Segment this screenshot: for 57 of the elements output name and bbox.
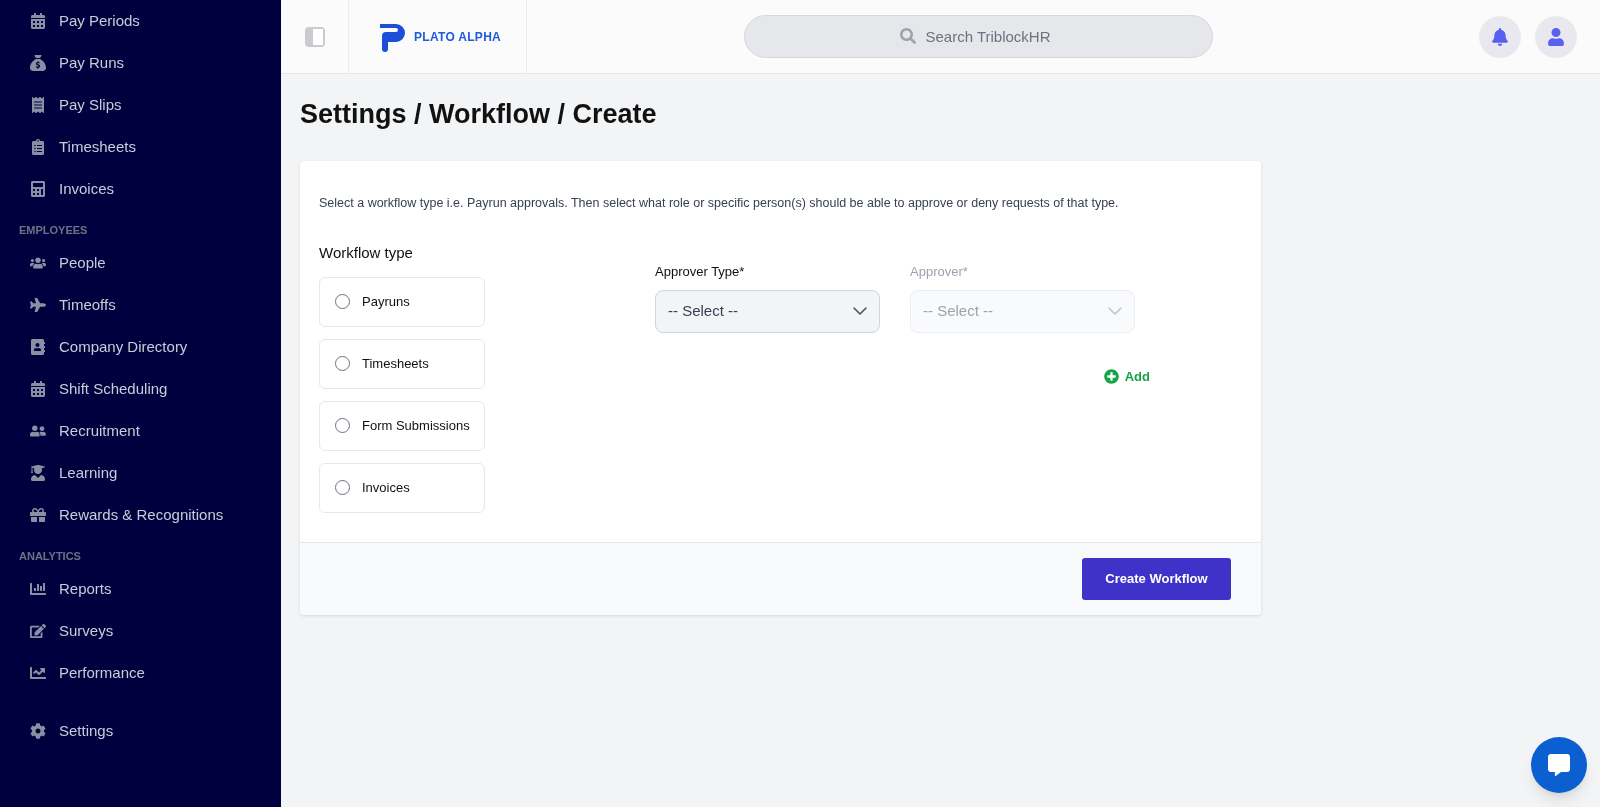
search-field[interactable]: Search TriblockHR [743,15,1213,58]
address-book-icon [30,339,46,355]
chat-bubble-icon [1548,754,1570,776]
workflow-type-option[interactable]: Payruns [319,276,485,327]
chat-button[interactable] [1531,737,1587,793]
sidebar-item[interactable]: Company Directory [0,326,281,368]
workflow-type-option[interactable]: Timesheets [319,338,485,389]
sidebar-item[interactable]: People [0,242,281,284]
sidebar-toggle-icon[interactable] [304,26,325,47]
receipt-icon [30,97,46,113]
sidebar-section-heading: ANALYTICS [18,548,82,564]
page-title: Settings / Workflow / Create [300,98,658,131]
sidebar-item[interactable]: Pay Runs [0,42,281,84]
sidebar-item[interactable]: Pay Periods [0,0,281,42]
notifications-button[interactable] [1479,15,1521,58]
sidebar-item[interactable]: Reports [0,568,281,610]
calendar-icon [30,13,46,29]
workflow-type-option[interactable]: Invoices [319,462,485,513]
create-workflow-button[interactable]: Create Workflow [1082,557,1231,600]
select-label: Approver* [910,263,969,282]
sidebar-item[interactable]: Surveys [0,610,281,652]
edit-icon [30,623,46,639]
line-chart-icon [30,665,46,681]
sidebar-item[interactable]: Pay Slips [0,84,281,126]
people-icon [30,255,46,271]
sidebar-item[interactable]: Timeoffs [0,284,281,326]
clipboard-icon [30,139,46,155]
workflow-type-label: Workflow type [319,243,414,264]
sidebar-item[interactable]: Settings [0,710,281,752]
bell-icon [1491,27,1509,46]
logo-text: PLATO ALPHA [414,28,502,46]
sidebar-item[interactable]: Learning [0,452,281,494]
sidebar-item[interactable]: Rewards & Recognitions [0,494,281,536]
calendar-icon [30,381,46,397]
workflow-type-option[interactable]: Form Submissions [319,400,485,451]
select-dropdown[interactable]: -- Select -- [655,289,880,333]
sidebar-item[interactable]: Timesheets [0,126,281,168]
settings-icon [30,723,46,739]
profile-button[interactable] [1535,15,1577,58]
sidebar-item[interactable]: Recruitment [0,410,281,452]
chevron-down-icon [1108,307,1122,316]
sidebar-item[interactable]: Shift Scheduling [0,368,281,410]
bar-chart-icon [30,581,46,597]
user-icon [1547,27,1565,46]
plane-icon [30,297,46,313]
select-label: Approver Type* [655,263,746,282]
form-description: Select a workflow type i.e. Payrun approvals. Then select what role or specific person(s) should be able to approve or deny requests of that type. [319,194,1120,212]
money-bag-icon [30,55,46,71]
sidebar-item[interactable]: Invoices [0,168,281,210]
sidebar-section-heading: EMPLOYEES [18,222,89,238]
chevron-down-icon [853,307,867,316]
graduate-icon [30,465,46,481]
users-icon [30,423,46,439]
sidebar-item[interactable]: Performance [0,652,281,694]
calculator-icon [30,181,46,197]
gift-icon [30,507,46,523]
search-icon [899,28,916,44]
